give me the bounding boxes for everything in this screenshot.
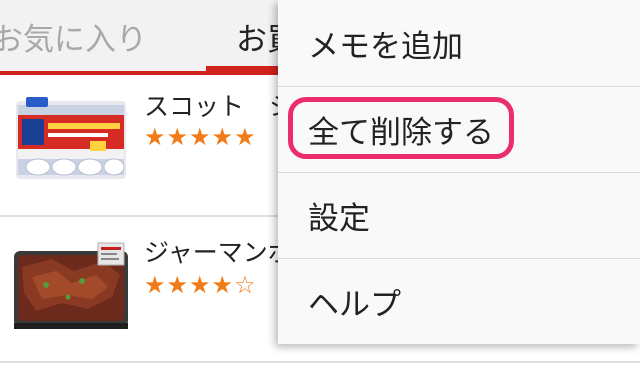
menu-item-help[interactable]: ヘルプ xyxy=(278,258,640,344)
item-rating: ★★★★☆ xyxy=(144,271,257,299)
menu-item-settings-label: 設定 xyxy=(308,200,370,237)
tab-favorites-label: お気に入り xyxy=(0,21,147,58)
menu-item-add-memo[interactable]: メモを追加 xyxy=(278,0,640,86)
product-image-paper-towels xyxy=(12,87,130,189)
menu-item-help-label: ヘルプ xyxy=(308,286,401,323)
item-title: スコット シ xyxy=(144,92,295,121)
list-divider xyxy=(0,361,640,363)
tab-favorites[interactable]: お気に入り xyxy=(0,0,147,72)
highlight-annotation xyxy=(288,97,514,159)
product-image-grilled-meat xyxy=(12,237,130,339)
item-rating: ★★★★★ xyxy=(144,123,257,151)
menu-item-add-memo-label: メモを追加 xyxy=(308,28,463,65)
overflow-menu: メモを追加 全て削除する 設定 ヘルプ xyxy=(278,0,640,344)
menu-item-settings[interactable]: 設定 xyxy=(278,172,640,258)
item-title: ジャーマンボ xyxy=(144,238,293,267)
